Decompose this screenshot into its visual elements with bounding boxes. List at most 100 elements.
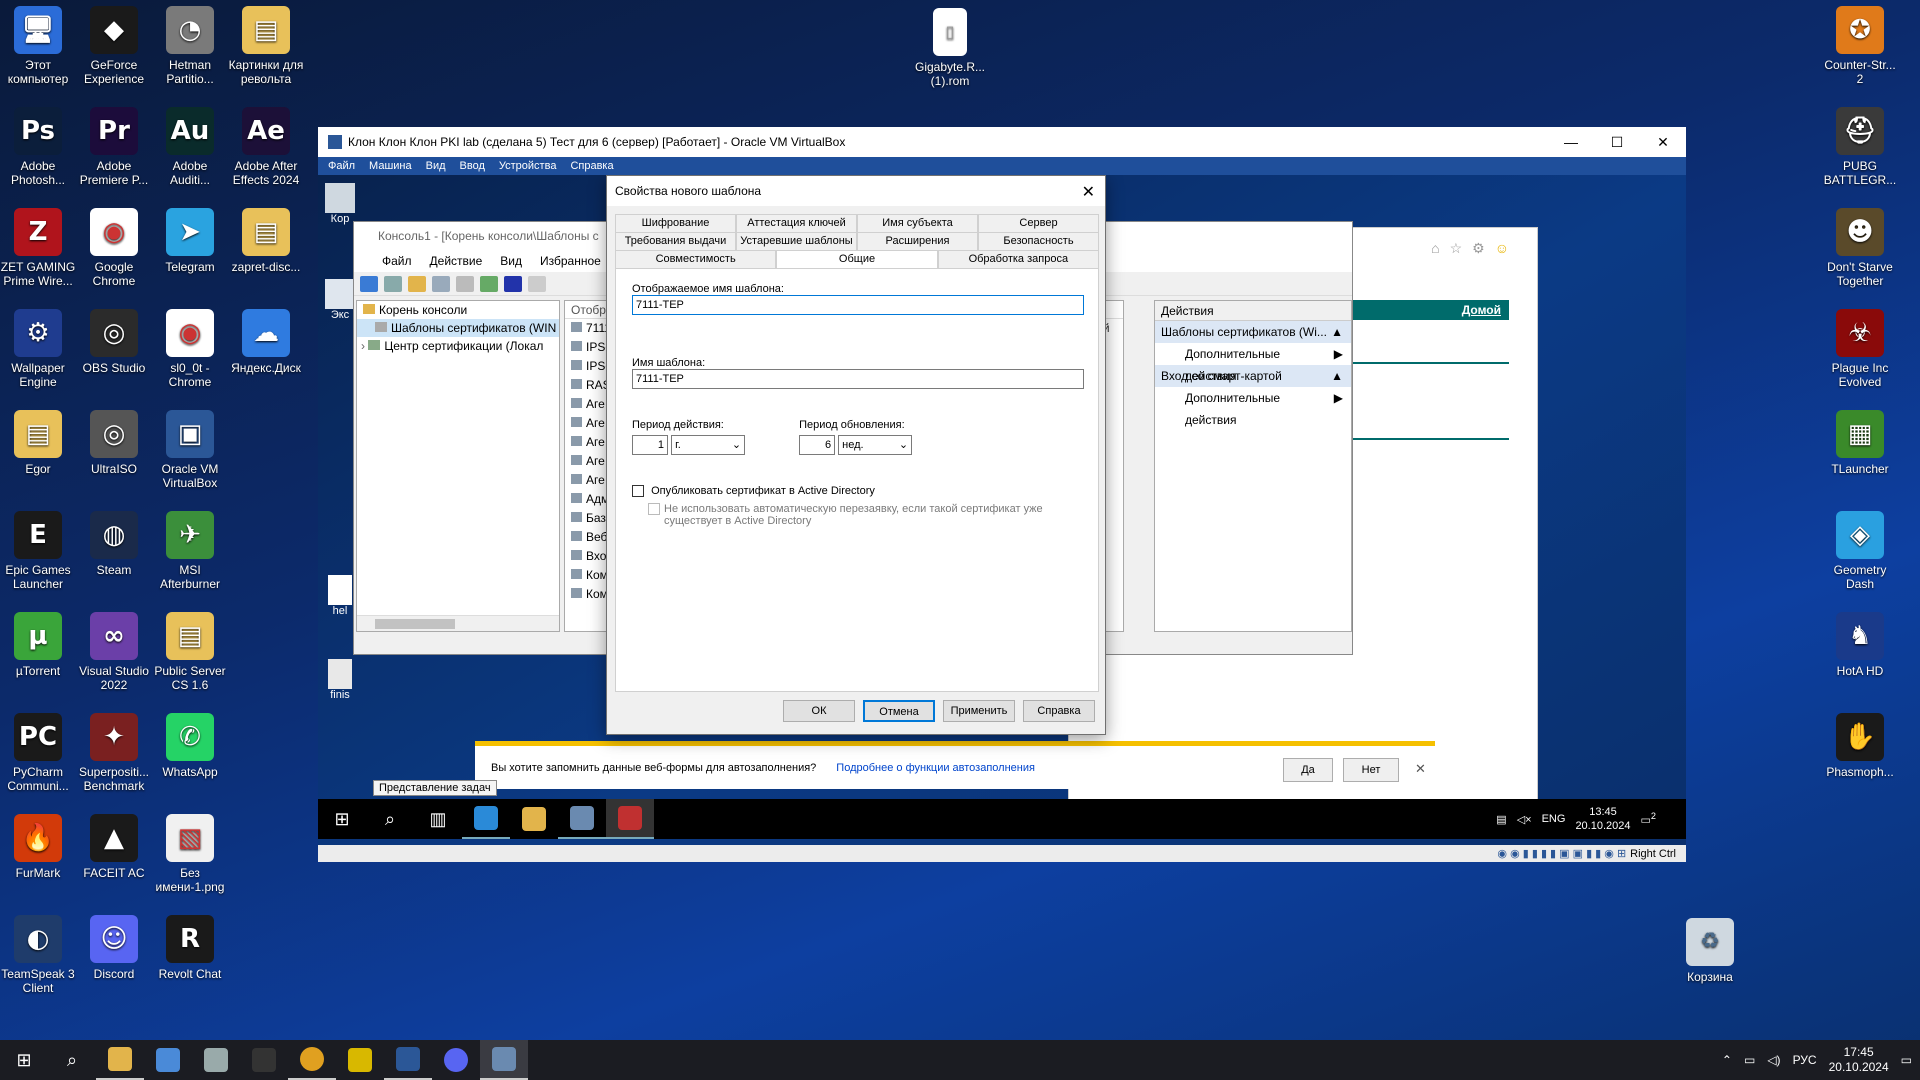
desktop-icon[interactable]: ☁ Яндекс.Диск — [228, 309, 304, 375]
desktop-icon[interactable]: ◍ Steam — [76, 511, 152, 577]
desktop-icon[interactable]: ▤ Egor — [0, 410, 76, 476]
renewal-unit-select[interactable]: нед. ⌄ — [838, 435, 913, 455]
ok-button[interactable]: ОК — [783, 700, 855, 722]
desktop-recycle-bin[interactable]: ♻ Корзина — [1672, 918, 1748, 984]
vbox-titlebar[interactable]: Клон Клон Клон PKI lab (сделана 5) Тест … — [318, 127, 1686, 157]
tab-tabs_row1-0[interactable]: Шифрование — [615, 214, 736, 232]
chevron-right-icon[interactable]: › — [361, 339, 365, 353]
tab-tabs_row2-2[interactable]: Расширения — [857, 232, 978, 250]
desktop-icon[interactable]: ☺ Discord — [76, 915, 152, 981]
volume-icon[interactable]: ◁× — [1517, 813, 1532, 826]
list-vscrollbar[interactable] — [1141, 301, 1155, 631]
desktop-icon[interactable]: ✪ Counter-Str... 2 — [1822, 6, 1898, 86]
close-icon[interactable]: ✕ — [1082, 182, 1095, 202]
publish-ad-row[interactable]: Опубликовать сертификат в Active Directo… — [632, 485, 1082, 498]
tree-item-ca[interactable]: › Центр сертификации (Локал — [357, 337, 559, 355]
desktop-icon[interactable]: ◉ sl0_0t - Chrome — [152, 309, 228, 389]
autofill-learn-more-link[interactable]: Подробнее о функции автозаполнения — [836, 762, 1035, 774]
mmc-menu-item[interactable]: Файл — [382, 254, 412, 268]
validity-period-input[interactable]: 1 — [632, 435, 668, 455]
guest-clock-time[interactable]: 13:45 — [1575, 805, 1630, 819]
close-icon[interactable]: ✕ — [1415, 761, 1426, 777]
desktop-icon[interactable]: ◔ Hetman Partitio... — [152, 6, 228, 86]
guest-icon-finis[interactable]: finis — [320, 659, 360, 701]
volume-icon[interactable]: ◁) — [1767, 1053, 1780, 1067]
actions-more-templates[interactable]: Дополнительные действия ▶ — [1155, 343, 1351, 383]
desktop-icon[interactable]: ⚙ Wallpaper Engine — [0, 309, 76, 389]
tree-item-root[interactable]: Корень консоли — [357, 301, 559, 319]
tab-tabs_row2-0[interactable]: Требования выдачи — [615, 232, 736, 250]
desktop-icon[interactable]: Pr Adobe Premiere P... — [76, 107, 152, 187]
desktop-icon[interactable]: ▤ Public Server CS 1.6 — [152, 612, 228, 692]
renewal-period-input[interactable]: 6 — [799, 435, 836, 455]
dialog-titlebar[interactable]: Свойства нового шаблона ✕ — [607, 176, 1105, 206]
task-view-icon[interactable]: ▥ — [414, 799, 462, 839]
music-taskbar-icon[interactable] — [240, 1040, 288, 1080]
search-icon[interactable]: ⌕ — [48, 1040, 96, 1080]
desktop-icon[interactable]: 🖥 Этот компьютер — [0, 6, 76, 86]
collapse-icon[interactable]: ▲ — [1331, 365, 1343, 387]
console-tree[interactable]: Корень консоли Шаблоны сертификатов (WIN… — [356, 300, 560, 632]
desktop-icon[interactable]: ▦ TLauncher — [1822, 410, 1898, 476]
vbox-menu-item[interactable]: Файл — [328, 160, 355, 172]
desktop-icon[interactable]: Ps Adobe Photosh... — [0, 107, 76, 187]
network-icon[interactable]: ▭ — [1744, 1053, 1755, 1067]
tab-tabs_row1-1[interactable]: Аттестация ключей — [736, 214, 857, 232]
discord-taskbar-icon[interactable] — [432, 1040, 480, 1080]
guest-clock-date[interactable]: 20.10.2024 — [1575, 819, 1630, 833]
tab-tabs_row1-3[interactable]: Сервер — [978, 214, 1099, 232]
desktop-icon[interactable]: E Epic Games Launcher — [0, 511, 76, 591]
autofill-yes-button[interactable]: Да — [1283, 758, 1333, 782]
home-icon[interactable]: ⌂ — [1431, 240, 1439, 257]
desktop-icon[interactable]: ♞ HotA HD — [1822, 612, 1898, 678]
explorer-taskbar-icon[interactable] — [510, 799, 558, 839]
desktop-icon[interactable]: ▲ FACEIT AC — [76, 814, 152, 880]
home-link[interactable]: Домой — [1462, 303, 1501, 317]
autofill-no-button[interactable]: Нет — [1343, 758, 1399, 782]
desktop-icon[interactable]: Ae Adobe After Effects 2024 — [228, 107, 304, 187]
view-icon[interactable] — [528, 275, 546, 292]
virtualbox-taskbar-icon[interactable] — [480, 1040, 528, 1080]
desktop-icon[interactable]: ➤ Telegram — [152, 208, 228, 274]
desktop-icon[interactable]: ▣ Oracle VM VirtualBox — [152, 410, 228, 490]
actions-section-smartcard[interactable]: Вход со смарт-картой ▲ — [1155, 365, 1351, 387]
ie-taskbar-icon[interactable] — [462, 799, 510, 839]
mmc-menu-item[interactable]: Избранное — [540, 254, 601, 268]
apply-button[interactable]: Применить — [943, 700, 1015, 722]
desktop-icon[interactable]: ▤ zapret-disc... — [228, 208, 304, 274]
guest-lang[interactable]: ENG — [1542, 813, 1566, 825]
publish-ad-checkbox[interactable] — [632, 485, 644, 498]
desktop-icon[interactable]: ✆ WhatsApp — [152, 713, 228, 779]
show-tree-icon[interactable] — [432, 275, 450, 292]
tab-tabs_row3-0[interactable]: Совместимость — [615, 250, 777, 268]
mmc-taskbar-icon[interactable] — [606, 799, 654, 839]
explorer-taskbar-icon[interactable] — [96, 1040, 144, 1080]
server-manager-taskbar-icon[interactable] — [558, 799, 606, 839]
desktop-icon[interactable]: ◎ UltraISO — [76, 410, 152, 476]
app-taskbar-icon[interactable] — [192, 1040, 240, 1080]
vbox-menu-item[interactable]: Машина — [369, 160, 412, 172]
start-icon[interactable]: ⊞ — [318, 799, 366, 839]
desktop-file-rom[interactable]: ▯ Gigabyte.R... (1).rom — [912, 8, 988, 88]
cancel-button[interactable]: Отмена — [863, 700, 935, 722]
desktop-icon[interactable]: ☣ Plague Inc Evolved — [1822, 309, 1898, 389]
collapse-icon[interactable]: ▲ — [1331, 321, 1343, 343]
virtualbox-window[interactable]: Клон Клон Клон PKI lab (сделана 5) Тест … — [318, 127, 1686, 862]
desktop-icon[interactable]: ◉ Google Chrome — [76, 208, 152, 288]
gear-icon[interactable]: ⚙ — [1472, 240, 1485, 257]
host-clock-date[interactable]: 20.10.2024 — [1829, 1060, 1889, 1075]
desktop-icon[interactable]: ▤ Картинки для револьта — [228, 6, 304, 86]
maximize-icon[interactable]: ☐ — [1594, 127, 1640, 157]
desktop-icon[interactable]: ◈ Geometry Dash — [1822, 511, 1898, 591]
vbox-menu-item[interactable]: Справка — [570, 160, 613, 172]
desktop-icon[interactable]: ✦ Superpositi... Benchmark — [76, 713, 152, 793]
tab-tabs_row2-1[interactable]: Устаревшие шаблоны — [736, 232, 857, 250]
tab-tabs_row2-3[interactable]: Безопасность — [978, 232, 1099, 250]
template-properties-dialog[interactable]: Свойства нового шаблона ✕ Шифрование Атте… — [606, 175, 1106, 735]
tree-hscrollbar[interactable] — [357, 615, 559, 631]
guest-icon-trash[interactable]: Кор — [320, 183, 360, 225]
star-icon[interactable]: ☆ — [1450, 240, 1463, 257]
actions-more-smartcard[interactable]: Дополнительные действия ▶ — [1155, 387, 1351, 427]
desktop-icon[interactable]: PC PyCharm Communi... — [0, 713, 76, 793]
mmc-menu-item[interactable]: Вид — [500, 254, 522, 268]
